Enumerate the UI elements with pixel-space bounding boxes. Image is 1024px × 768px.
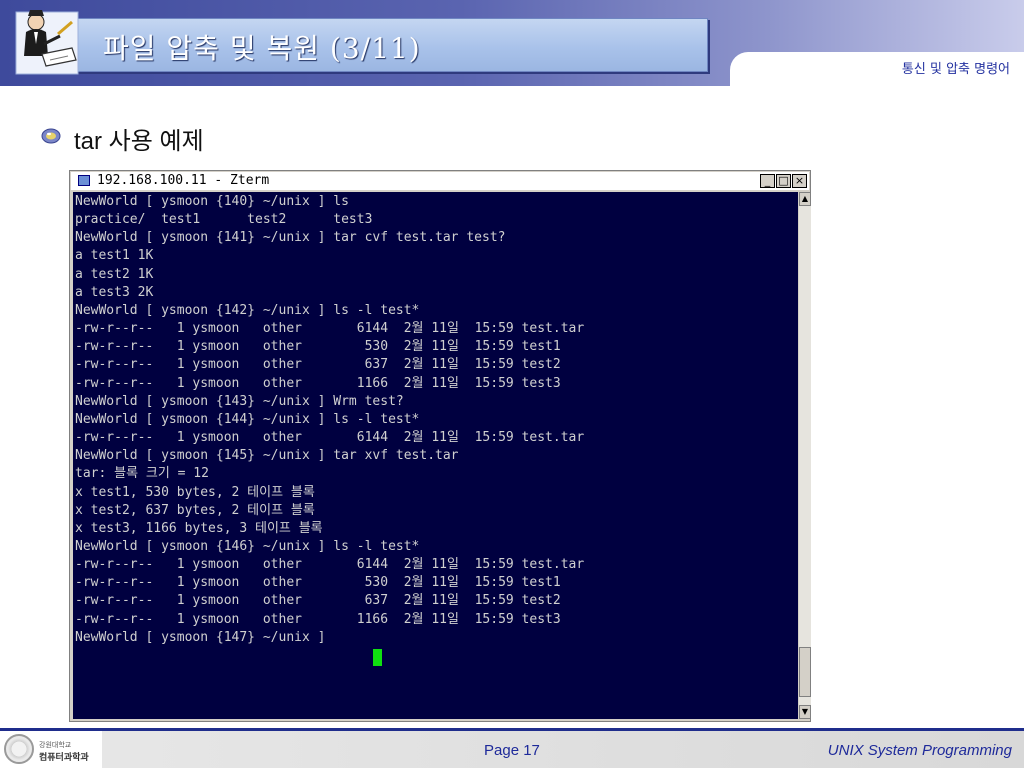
page-number: Page 17 — [484, 742, 540, 759]
bullet-heading: tar 사용 예제 — [74, 128, 204, 155]
round-bullet-icon — [41, 128, 61, 144]
close-button[interactable]: × — [792, 174, 807, 188]
logo-department-text: 컴퓨터과학과 — [39, 753, 89, 763]
terminal-line: NewWorld [ ysmoon {140} ~/unix ] ls — [75, 194, 349, 209]
terminal-line: NewWorld [ ysmoon {141} ~/unix ] tar cvf… — [75, 230, 506, 246]
header-band: 파일 압축 및 복원 (3/11) 통신 및 압축 명령어 — [0, 0, 1024, 86]
terminal-line: -rw-r--r-- 1 ysmoon other 637 2월 11일 15:… — [75, 357, 561, 373]
terminal-line: -rw-r--r-- 1 ysmoon other 6144 2월 11일 15… — [75, 557, 585, 573]
terminal-line: NewWorld [ ysmoon {146} ~/unix ] ls -l t… — [75, 538, 420, 554]
terminal-line: x test1, 530 bytes, 2 테이프 블록 — [75, 484, 315, 500]
maximize-button[interactable]: □ — [776, 174, 791, 188]
terminal-cursor — [373, 649, 382, 666]
terminal-line: a test2 1K — [75, 266, 154, 282]
terminal-line: practice/ test1 test2 test3 — [75, 212, 373, 228]
course-name: UNIX System Programming — [827, 742, 1012, 759]
terminal-line: -rw-r--r-- 1 ysmoon other 1166 2월 11일 15… — [75, 375, 561, 391]
terminal-line: -rw-r--r-- 1 ysmoon other 530 2월 11일 15:… — [75, 339, 561, 355]
window-titlebar[interactable]: 192.168.100.11 - Zterm _ □ × — [71, 172, 809, 190]
window-title: 192.168.100.11 - Zterm — [97, 173, 270, 188]
scrollbar-thumb[interactable] — [799, 647, 811, 697]
department-logo: 강원대학교 컴퓨터과학과 — [0, 731, 102, 768]
writer-at-desk-icon — [15, 10, 79, 75]
terminal-line: x test3, 1166 bytes, 3 테이프 블록 — [75, 520, 323, 536]
terminal-app-icon — [78, 175, 90, 186]
terminal-line: NewWorld [ ysmoon {144} ~/unix ] ls -l t… — [75, 411, 420, 427]
terminal-output[interactable]: NewWorld [ ysmoon {140} ~/unix ] ls pract… — [73, 192, 798, 719]
terminal-line: NewWorld [ ysmoon {145} ~/unix ] tar xvf… — [75, 448, 459, 464]
terminal-line: -rw-r--r-- 1 ysmoon other 6144 2월 11일 15… — [75, 430, 585, 446]
terminal-line: -rw-r--r-- 1 ysmoon other 1166 2월 11일 15… — [75, 611, 561, 627]
terminal-line: NewWorld [ ysmoon {147} ~/unix ] — [75, 629, 334, 645]
terminal-line: a test1 1K — [75, 248, 154, 264]
university-seal-icon — [4, 734, 34, 764]
terminal-line: NewWorld [ ysmoon {142} ~/unix ] ls -l t… — [75, 302, 420, 318]
vertical-scrollbar[interactable]: ▲ ▼ — [799, 192, 811, 719]
terminal-line: tar: 블록 크기 = 12 — [75, 466, 209, 482]
section-subtitle: 통신 및 압축 명령어 — [901, 62, 1010, 77]
slide-title: 파일 압축 및 복원 (3/11) — [103, 32, 421, 65]
terminal-lines: NewWorld [ ysmoon {140} ~/unix ] ls pract… — [75, 193, 584, 647]
terminal-window: 192.168.100.11 - Zterm _ □ × NewWorld [ … — [69, 170, 811, 722]
scroll-up-button[interactable]: ▲ — [799, 192, 811, 206]
minimize-button[interactable]: _ — [760, 174, 775, 188]
terminal-line: a test3 2K — [75, 284, 154, 300]
terminal-line: NewWorld [ ysmoon {143} ~/unix ] Wrm tes… — [75, 393, 404, 409]
terminal-line: -rw-r--r-- 1 ysmoon other 530 2월 11일 15:… — [75, 575, 561, 591]
logo-university-text: 강원대학교 — [39, 741, 72, 749]
terminal-line: -rw-r--r-- 1 ysmoon other 637 2월 11일 15:… — [75, 593, 561, 609]
scroll-down-button[interactable]: ▼ — [799, 705, 811, 719]
terminal-line: x test2, 637 bytes, 2 테이프 블록 — [75, 502, 315, 518]
terminal-line: -rw-r--r-- 1 ysmoon other 6144 2월 11일 15… — [75, 321, 585, 337]
